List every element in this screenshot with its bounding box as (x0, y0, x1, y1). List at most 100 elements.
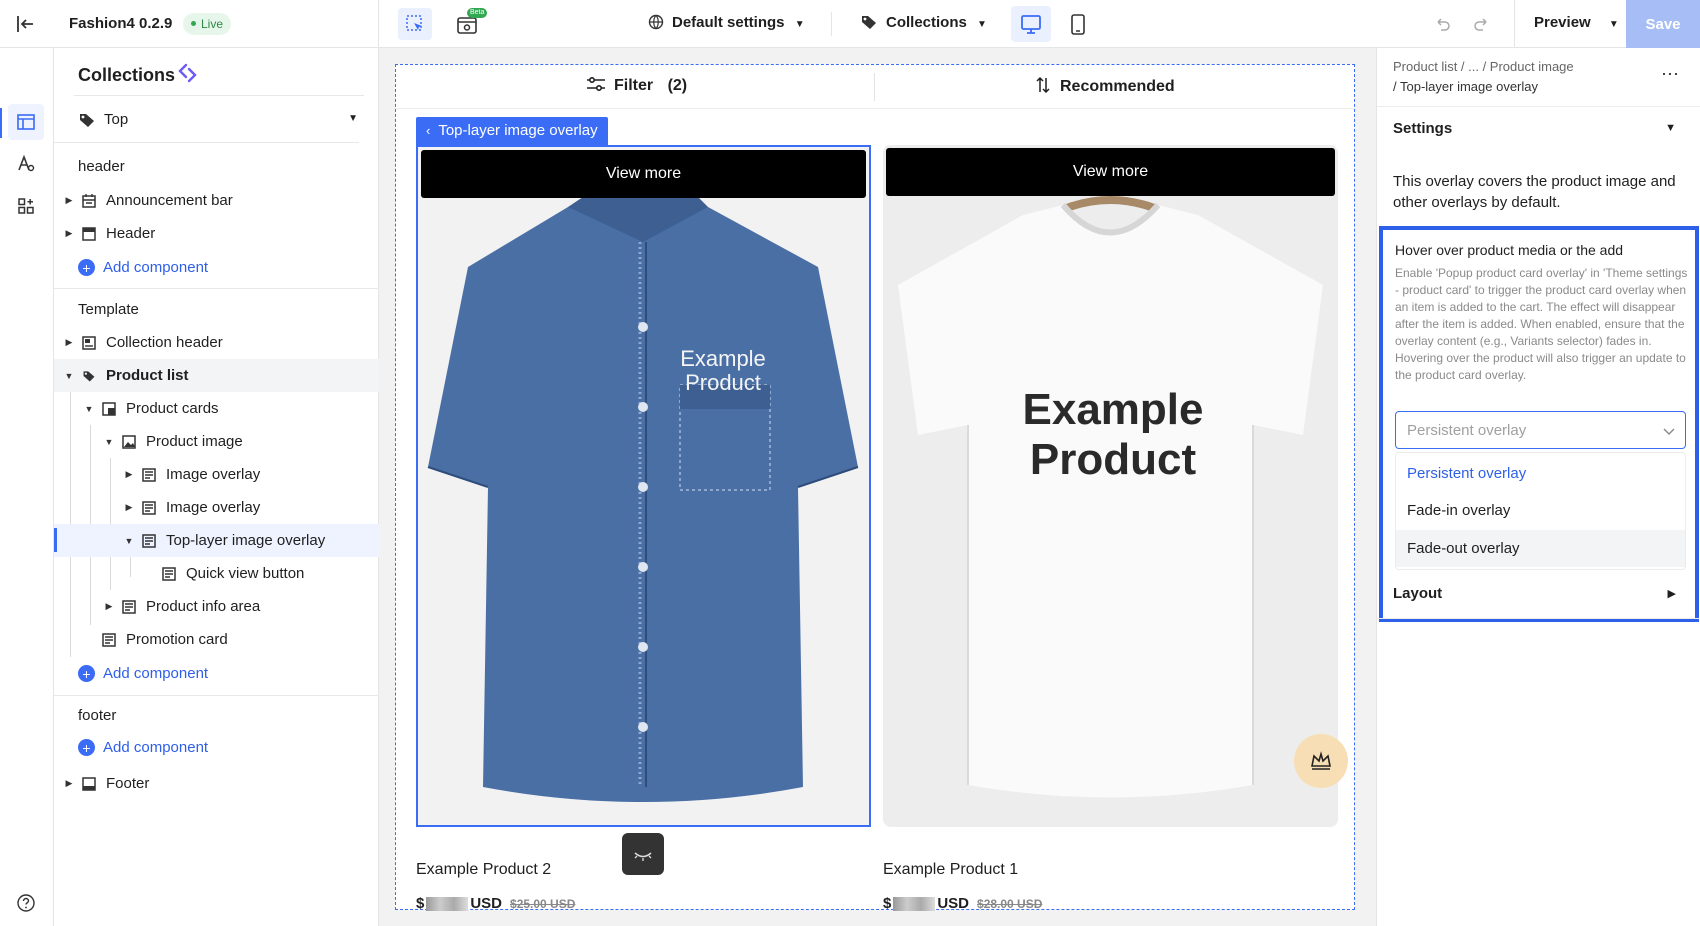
tree-item-top-layer-image-overlay[interactable]: ▼ Top-layer image overlay (54, 524, 379, 557)
filter-button[interactable]: Filter (2) (586, 76, 687, 97)
top-bar: Fashion4 0.2.9 Live Beta Default setting… (0, 0, 1700, 48)
selected-component-tag[interactable]: ‹ Top-layer image overlay (416, 117, 608, 145)
tree-item-announcement-bar[interactable]: ▶ Announcement bar (54, 184, 379, 217)
tree-item-product-cards[interactable]: ▼ Product cards (54, 392, 379, 425)
caret-right-icon[interactable]: ▶ (104, 601, 114, 612)
apps-icon[interactable] (8, 188, 44, 224)
product-image-text: Example Product (680, 346, 766, 395)
divider (54, 288, 379, 289)
tree-item-footer[interactable]: ▶ Footer (54, 767, 379, 800)
hide-eye-icon[interactable] (622, 833, 664, 875)
tree-item-label: Promotion card (126, 631, 228, 648)
overlay-icon (142, 533, 156, 548)
tree-item-label: Product list (106, 367, 189, 384)
preview-label: Preview (1534, 14, 1591, 31)
exit-icon[interactable] (14, 13, 36, 35)
tree-item-collection-header[interactable]: ▶ Collection header (54, 326, 379, 359)
tree-item-label: Announcement bar (106, 192, 233, 209)
product-image-denim-shirt (418, 147, 869, 825)
caret-down-icon: ▼ (794, 19, 805, 30)
product-card[interactable]: Example Product View more (883, 145, 1338, 827)
more-options-icon[interactable]: ⋯ (1661, 64, 1680, 85)
help-icon[interactable] (16, 893, 36, 913)
caret-right-icon[interactable]: ▶ (64, 228, 74, 239)
price-prefix: $ (416, 895, 425, 912)
caret-right-icon[interactable]: ▶ (124, 469, 134, 480)
theme-style-icon[interactable] (8, 146, 44, 182)
app-name: Fashion4 0.2.9 (69, 15, 173, 32)
caret-right-icon[interactable]: ▶ (1668, 587, 1676, 600)
save-button[interactable]: Save (1626, 0, 1700, 48)
option-persistent-overlay[interactable]: Persistent overlay (1396, 455, 1685, 492)
chevron-left-icon[interactable]: ‹ (426, 123, 430, 138)
caret-down-icon[interactable]: ▼ (124, 536, 134, 546)
template-select-value: Top (104, 111, 129, 128)
caret-right-icon[interactable]: ▶ (64, 337, 74, 348)
add-component-template-button[interactable]: + Add component (54, 657, 379, 690)
selected-component-label: Top-layer image overlay (438, 122, 598, 139)
crown-icon[interactable] (1294, 734, 1348, 788)
view-more-button[interactable]: View more (886, 148, 1335, 196)
caret-right-icon[interactable]: ▶ (64, 778, 74, 789)
overlay-icon (142, 467, 156, 482)
caret-down-icon: ▼ (977, 19, 987, 30)
plus-icon: + (78, 739, 95, 756)
caret-down-icon[interactable]: ▼ (64, 371, 74, 381)
tree-item-promotion-card[interactable]: Promotion card (54, 623, 379, 656)
sort-button[interactable]: Recommended (1036, 76, 1175, 99)
caret-down-icon[interactable]: ▼ (104, 437, 114, 447)
preview-dropdown[interactable]: Preview ▼ (1534, 14, 1619, 31)
tag-icon (860, 14, 878, 34)
product-name[interactable]: Example Product 1 (883, 861, 1018, 879)
product-name[interactable]: Example Product 2 (416, 861, 551, 879)
layout-section-title[interactable]: Layout (1393, 585, 1442, 602)
tree-item-product-image[interactable]: ▼ Product image (54, 425, 379, 458)
option-fade-out-overlay[interactable]: Fade-out overlay (1396, 530, 1685, 567)
tree-item-product-info-area[interactable]: ▶ Product info area (54, 590, 379, 623)
blurred-price (893, 896, 936, 911)
group-label-template: Template (78, 301, 139, 318)
option-fade-in-overlay[interactable]: Fade-in overlay (1396, 492, 1685, 529)
caret-down-icon: ▼ (348, 113, 358, 124)
redo-icon[interactable] (1471, 14, 1491, 34)
add-component-label: Add component (103, 259, 209, 276)
layers-icon[interactable] (8, 104, 44, 140)
caret-right-icon[interactable]: ▶ (124, 502, 134, 513)
add-component-footer-button[interactable]: + Add component (54, 731, 379, 764)
breadcrumb[interactable]: Product list / ... / Product image (1393, 59, 1574, 74)
overlay-description: This overlay covers the product image an… (1393, 173, 1676, 211)
collections-dropdown[interactable]: Collections ▼ (860, 14, 987, 34)
select-value: Persistent overlay (1407, 422, 1527, 439)
divider (378, 0, 379, 48)
tree-item-label: Product cards (126, 400, 219, 417)
tree-item-image-overlay-1[interactable]: ▶ Image overlay (54, 458, 379, 491)
select-tool-button[interactable] (398, 8, 432, 40)
template-select[interactable]: Top ▼ (74, 102, 364, 138)
collection-page-preview[interactable]: Filter (2) Recommended ‹ Top-layer image … (395, 64, 1355, 912)
section-footer-icon (82, 776, 96, 791)
divider (1514, 0, 1515, 48)
desktop-view-button[interactable] (1011, 6, 1051, 42)
tree-item-product-list[interactable]: ▼ Product list (54, 359, 379, 392)
undo-icon[interactable] (1433, 14, 1453, 34)
overlay-behavior-options: Persistent overlay Fade-in overlay Fade-… (1395, 452, 1686, 570)
settings-panel: Product list / ... / Product image / Top… (1376, 48, 1700, 926)
caret-down-icon[interactable]: ▼ (84, 404, 94, 414)
product-image-text: Example Product (1022, 385, 1204, 484)
default-settings-label: Default settings (672, 14, 785, 31)
default-settings-dropdown[interactable]: Default settings ▼ (648, 14, 805, 34)
settings-section-title[interactable]: Settings (1393, 120, 1452, 137)
mobile-view-button[interactable] (1061, 6, 1095, 42)
caret-down-icon[interactable]: ▼ (1665, 122, 1676, 134)
tree-item-label: Product info area (146, 598, 261, 615)
tree-item-header[interactable]: ▶ Header (54, 217, 379, 250)
view-more-button[interactable]: View more (421, 150, 866, 198)
tree-item-quick-view-button[interactable]: Quick view button (54, 557, 379, 590)
tree-item-label: Collection header (106, 334, 223, 351)
overlay-behavior-select[interactable]: Persistent overlay (1395, 411, 1686, 449)
tree-item-image-overlay-2[interactable]: ▶ Image overlay (54, 491, 379, 524)
add-component-header-button[interactable]: + Add component (54, 251, 379, 284)
product-card[interactable]: Example Product View more (416, 145, 871, 827)
breadcrumb-current: / Top-layer image overlay (1393, 79, 1538, 94)
caret-right-icon[interactable]: ▶ (64, 195, 74, 206)
